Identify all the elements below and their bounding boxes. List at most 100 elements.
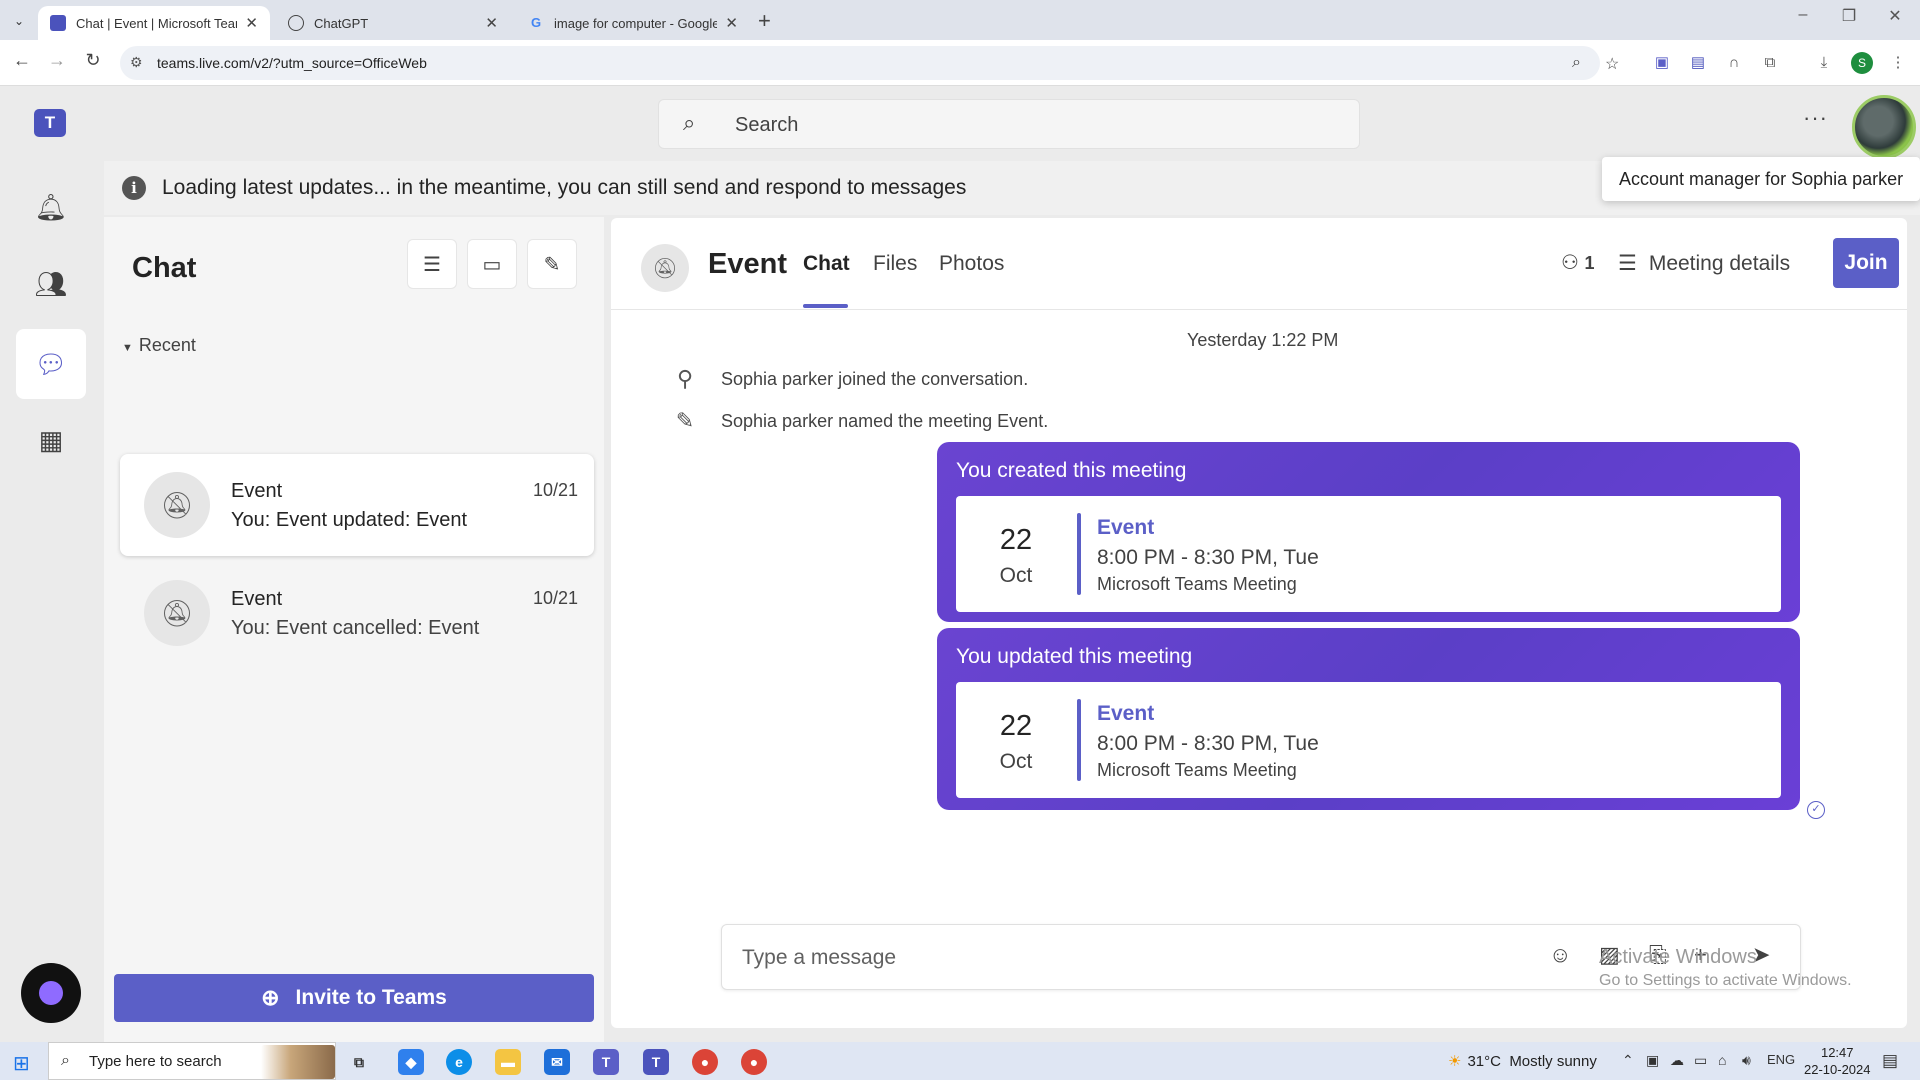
- volume-icon[interactable]: 🔊︎: [1742, 1052, 1751, 1069]
- address-bar[interactable]: ⚙ teams.live.com/v2/?utm_source=OfficeWe…: [120, 46, 1600, 80]
- forward-icon[interactable]: →: [44, 50, 70, 71]
- search-icon: ⌕: [61, 1052, 70, 1069]
- minimize-button[interactable]: –: [1780, 6, 1826, 24]
- rail-calendar[interactable]: ▦: [16, 405, 86, 475]
- teams-logo-icon: T: [34, 109, 66, 137]
- network-icon[interactable]: ⌂: [1718, 1052, 1726, 1068]
- chat-preview: You: Event updated: Event: [231, 509, 468, 531]
- join-button[interactable]: Join: [1833, 238, 1899, 288]
- calendar-icon: ▦: [38, 424, 64, 455]
- people-community-icon: 👥︎: [34, 268, 68, 299]
- extensions-puzzle-icon[interactable]: ⧉: [1760, 53, 1780, 73]
- app-rail: T 🔔︎ 👥︎ 💬︎ ▦: [0, 87, 100, 1058]
- weather-widget[interactable]: ☀ 31°C Mostly sunny: [1448, 1052, 1597, 1070]
- muted-bell-icon: 🔕︎: [144, 580, 210, 646]
- recent-section-toggle[interactable]: ▼ Recent: [122, 335, 196, 356]
- meet-now-button[interactable]: ▭: [467, 239, 517, 289]
- rail-communities[interactable]: 👥︎: [16, 249, 86, 319]
- people-icon: ⚇: [1561, 252, 1579, 274]
- emoji-icon[interactable]: ☺: [1549, 942, 1571, 968]
- meeting-day: 22: [999, 524, 1033, 556]
- tab-chat[interactable]: Chat: [803, 252, 850, 276]
- cloud-icon[interactable]: ☁: [1670, 1052, 1684, 1069]
- teams-work-icon[interactable]: T: [643, 1049, 669, 1075]
- site-info-icon[interactable]: ⚙: [130, 54, 143, 71]
- invite-label: Invite to Teams: [295, 986, 447, 1009]
- notification-center-icon[interactable]: ▤: [1882, 1051, 1898, 1071]
- meeting-card-body[interactable]: 22 Oct Event 8:00 PM - 8:30 PM, Tue Micr…: [956, 682, 1781, 798]
- chat-list-item[interactable]: 🔕︎ Event You: Event cancelled: Event 10/…: [120, 562, 594, 664]
- tab-photos[interactable]: Photos: [939, 252, 1004, 276]
- tab-search-button[interactable]: ⌄: [8, 10, 30, 32]
- meeting-event-name[interactable]: Event: [1097, 702, 1154, 726]
- back-icon[interactable]: ←: [9, 50, 35, 71]
- close-tab-icon[interactable]: ✕: [725, 14, 738, 32]
- edge-icon[interactable]: e: [446, 1049, 472, 1075]
- close-tab-icon[interactable]: ✕: [245, 14, 258, 32]
- caret-down-icon: ▼: [122, 342, 133, 354]
- tray-app-icon[interactable]: ▣: [1646, 1052, 1659, 1069]
- meeting-card-header: You updated this meeting: [956, 645, 1193, 668]
- muted-bell-icon: 🔕︎: [641, 244, 689, 292]
- bookmark-star-icon[interactable]: ☆: [1605, 54, 1619, 74]
- copilot-taskbar-icon[interactable]: ◆: [398, 1049, 424, 1075]
- browser-menu-icon[interactable]: ⋮: [1888, 53, 1908, 73]
- participants-button[interactable]: ⚇ 1: [1561, 250, 1595, 275]
- extension-3-icon[interactable]: ∩: [1724, 53, 1744, 73]
- battery-icon[interactable]: ▭: [1694, 1052, 1707, 1069]
- account-avatar[interactable]: [1852, 95, 1916, 159]
- activate-windows-subtitle: Go to Settings to activate Windows.: [1599, 972, 1852, 989]
- account-tooltip: Account manager for Sophia parker: [1602, 157, 1920, 201]
- browser-tab-google[interactable]: G image for computer - Google S ✕: [516, 6, 750, 40]
- chrome-profile-icon[interactable]: ●: [741, 1049, 767, 1075]
- extension-1-icon[interactable]: ▣: [1652, 53, 1672, 73]
- person-add-icon: ⊕: [261, 985, 280, 1010]
- windows-start-icon[interactable]: ⊞: [13, 1051, 30, 1076]
- taskbar-clock[interactable]: 12:47 22-10-2024: [1804, 1044, 1871, 1078]
- more-options-icon[interactable]: ···: [1803, 105, 1828, 131]
- close-window-button[interactable]: ✕: [1872, 6, 1918, 26]
- copilot-button[interactable]: [21, 963, 81, 1023]
- task-view-icon[interactable]: ⧉: [346, 1049, 372, 1075]
- tab-files[interactable]: Files: [873, 252, 917, 276]
- browser-tab-chatgpt[interactable]: ChatGPT ✕: [276, 6, 510, 40]
- filter-button[interactable]: ☰: [407, 239, 457, 289]
- meeting-card-body[interactable]: 22 Oct Event 8:00 PM - 8:30 PM, Tue Micr…: [956, 496, 1781, 612]
- browser-profile-avatar[interactable]: S: [1851, 52, 1873, 74]
- file-explorer-icon[interactable]: ▬: [495, 1049, 521, 1075]
- windows-taskbar: ⊞ ⌕ Type here to search ⧉ ◆ e ▬ ✉ T T ● …: [0, 1042, 1920, 1080]
- taskbar-search-placeholder: Type here to search: [89, 1053, 222, 1070]
- tray-chevron-icon[interactable]: ⌃: [1622, 1052, 1634, 1069]
- meeting-details-button[interactable]: ☰ Meeting details: [1618, 251, 1790, 276]
- meeting-event-name[interactable]: Event: [1097, 516, 1154, 540]
- bell-icon: 🔔︎: [34, 191, 68, 222]
- taskbar-search-input[interactable]: ⌕ Type here to search: [48, 1042, 336, 1080]
- chat-date: 10/21: [532, 480, 578, 500]
- meeting-kind: Microsoft Teams Meeting: [1097, 760, 1297, 780]
- mail-icon[interactable]: ✉: [544, 1049, 570, 1075]
- reload-icon[interactable]: ↻: [80, 50, 106, 71]
- search-input[interactable]: ⌕ Search: [658, 99, 1360, 149]
- close-tab-icon[interactable]: ✕: [485, 14, 498, 32]
- rail-activity[interactable]: 🔔︎: [16, 172, 86, 242]
- browser-tab-teams[interactable]: Chat | Event | Microsoft Teams ✕: [38, 6, 270, 40]
- teams-taskbar-icon[interactable]: T: [593, 1049, 619, 1075]
- zoom-icon[interactable]: ⌕: [1572, 54, 1581, 72]
- chrome-icon[interactable]: ●: [692, 1049, 718, 1075]
- rail-chat[interactable]: 💬︎: [16, 329, 86, 399]
- pencil-icon: ✎: [675, 408, 695, 433]
- chat-list-item[interactable]: 🔕︎ Event You: Event updated: Event 10/21: [120, 454, 594, 556]
- chatgpt-favicon-icon: [288, 15, 304, 31]
- banner-text: Loading latest updates... in the meantim…: [162, 176, 967, 199]
- download-icon[interactable]: ⤓: [1814, 53, 1834, 73]
- restore-button[interactable]: ❐: [1826, 6, 1872, 26]
- language-indicator[interactable]: ENG: [1767, 1052, 1795, 1067]
- new-chat-button[interactable]: ✎: [527, 239, 577, 289]
- url-text: teams.live.com/v2/?utm_source=OfficeWeb: [157, 55, 427, 71]
- invite-to-teams-button[interactable]: ⊕ Invite to Teams: [114, 974, 594, 1022]
- new-tab-button[interactable]: +: [758, 8, 771, 34]
- list-icon: ☰: [1618, 252, 1637, 275]
- weather-temp: 31°C: [1467, 1053, 1501, 1070]
- extension-2-icon[interactable]: ▤: [1688, 53, 1708, 73]
- recent-label: Recent: [138, 335, 196, 355]
